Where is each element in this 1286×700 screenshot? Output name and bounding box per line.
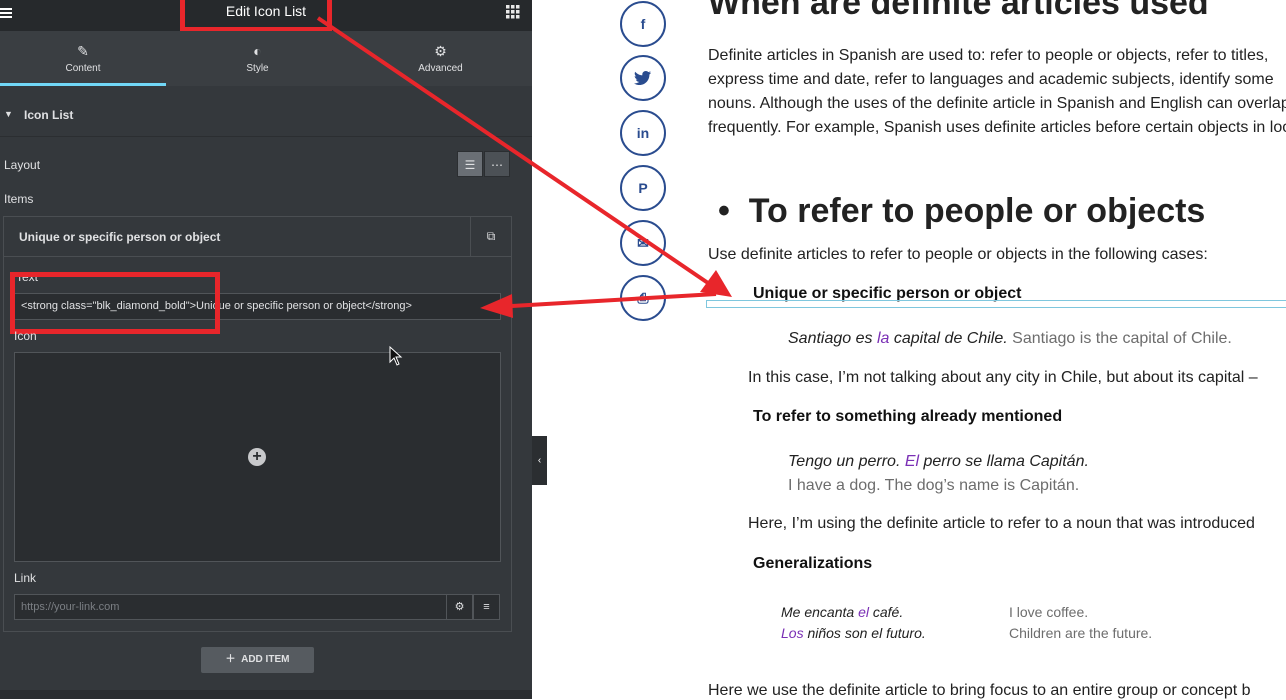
arrow-item-to-text xyxy=(480,292,717,318)
arrow-title-to-item xyxy=(316,16,732,297)
mouse-cursor-icon xyxy=(389,345,403,366)
annotation-arrows xyxy=(316,16,732,366)
